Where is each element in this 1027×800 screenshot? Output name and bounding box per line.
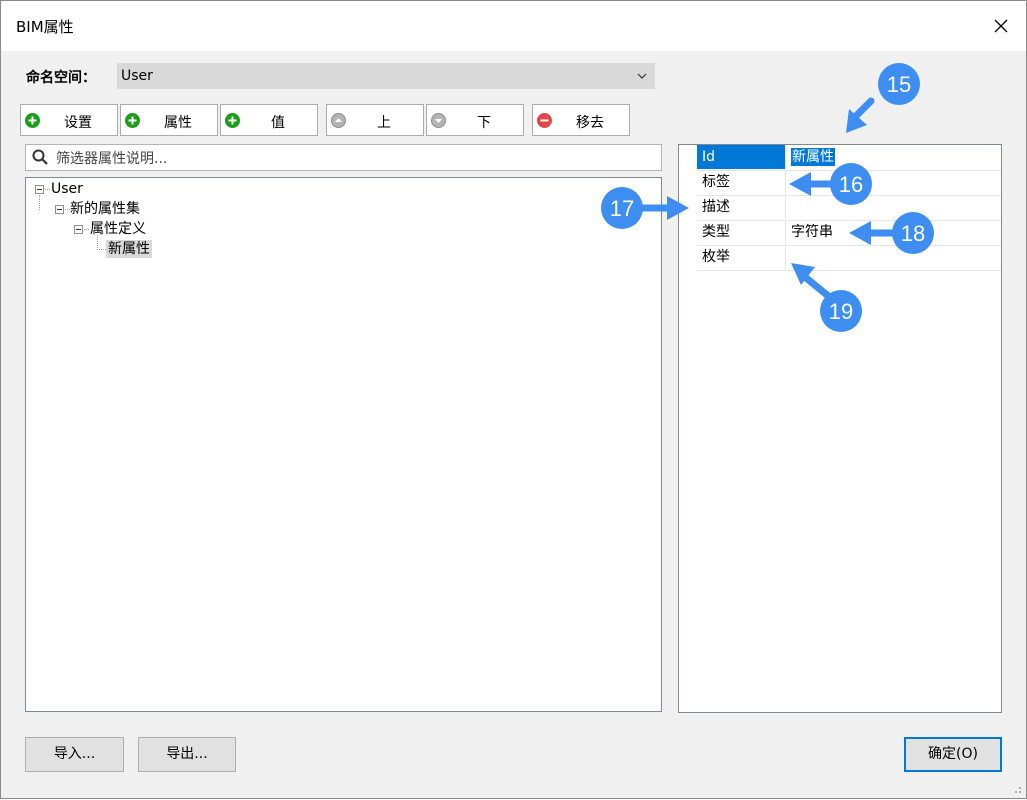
- callout-18: 18: [849, 212, 934, 254]
- import-button[interactable]: 导入...: [25, 737, 124, 772]
- callout-17: 17: [601, 187, 689, 229]
- callout-19: 19: [791, 263, 862, 332]
- callout-number: 17: [610, 196, 634, 221]
- callout-layer: 15 16 17 18 19: [601, 63, 934, 332]
- bim-properties-dialog: BIM属性 命名空间： User 设置 属性 值 上 下 移去 筛选器属性说明.…: [0, 0, 1027, 799]
- ok-button[interactable]: 确定(O): [904, 737, 1002, 772]
- callout-16: 16: [789, 163, 872, 205]
- export-button[interactable]: 导出...: [138, 737, 236, 772]
- resize-grip-icon[interactable]: [1012, 784, 1022, 794]
- callout-number: 18: [901, 221, 925, 246]
- callout-number: 19: [829, 299, 853, 324]
- callout-15: 15: [846, 63, 920, 133]
- callout-number: 16: [839, 172, 863, 197]
- callout-number: 15: [887, 72, 911, 97]
